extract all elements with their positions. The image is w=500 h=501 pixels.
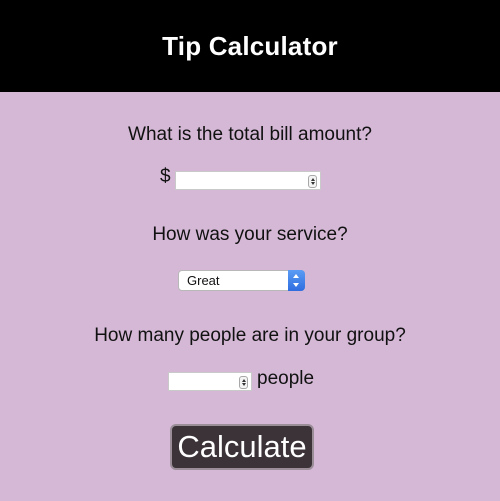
page-title: Tip Calculator bbox=[162, 30, 338, 61]
service-select[interactable]: Great bbox=[178, 270, 305, 291]
service-question: How was your service? bbox=[152, 224, 348, 245]
bill-amount-input[interactable] bbox=[175, 171, 321, 190]
select-arrows-icon[interactable] bbox=[288, 270, 305, 291]
people-question: How many people are in your group? bbox=[94, 325, 406, 346]
service-selected-value: Great bbox=[187, 273, 220, 288]
people-count-stepper-icon[interactable] bbox=[239, 376, 248, 389]
currency-symbol: $ bbox=[160, 166, 171, 187]
people-suffix-label: people bbox=[257, 368, 315, 389]
people-count-input[interactable] bbox=[168, 372, 252, 391]
app-header: Tip Calculator bbox=[0, 0, 500, 92]
bill-question: What is the total bill amount? bbox=[128, 124, 372, 145]
calculate-button[interactable]: Calculate bbox=[170, 424, 314, 470]
bill-amount-stepper-icon[interactable] bbox=[308, 175, 317, 188]
